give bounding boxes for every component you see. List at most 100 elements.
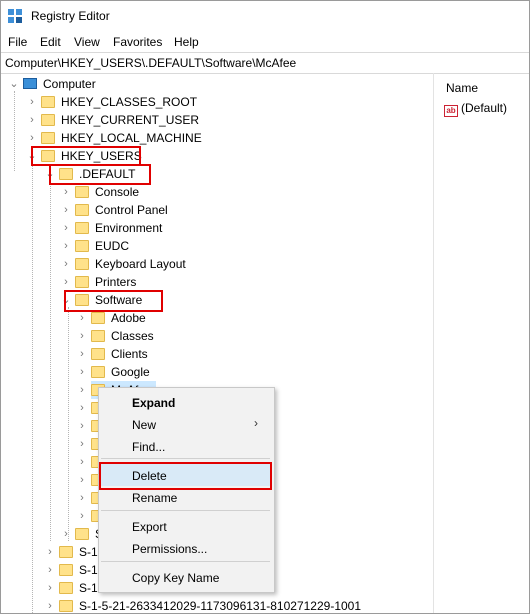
menu-item-copy-key-name[interactable]: Copy Key Name [132,571,219,585]
menu-separator [101,561,270,562]
folder-icon [91,330,105,342]
tree-node-classes[interactable]: › Classes [80,327,154,345]
chevron-right-icon[interactable]: › [59,255,73,273]
chevron-right-icon[interactable]: › [25,129,39,147]
string-value-icon: ab [444,105,458,117]
tree-node-control-panel[interactable]: › Control Panel [64,201,168,219]
menu-item-delete[interactable]: Delete [132,469,167,483]
chevron-down-icon[interactable]: ⌄ [59,291,73,309]
menu-item-expand[interactable]: Expand [132,396,175,410]
folder-icon [75,186,89,198]
menu-help[interactable]: Help [174,35,199,49]
menu-separator [101,510,270,511]
folder-icon [91,348,105,360]
folder-icon [41,96,55,108]
chevron-down-icon[interactable]: ⌄ [7,75,21,93]
chevron-right-icon[interactable]: › [59,525,73,543]
value-row-default[interactable]: ab (Default) [444,101,507,117]
tree-node-sid[interactable]: › S-1- [48,543,102,561]
folder-icon [91,312,105,324]
registry-editor-icon [8,9,22,23]
chevron-right-icon[interactable]: › [59,219,73,237]
folder-icon [75,276,89,288]
tree-node-software[interactable]: ⌄ Software [61,291,142,309]
chevron-right-icon[interactable]: › [43,579,57,597]
chevron-right-icon[interactable]: › [75,363,89,381]
chevron-right-icon[interactable]: › [25,111,39,129]
tree-node-hkey-current-user[interactable]: › HKEY_CURRENT_USER [30,111,199,129]
tree-node-environment[interactable]: › Environment [64,219,162,237]
tree-node-sid-1001[interactable]: › S-1-5-21-2633412029-1173096131-81027122… [48,597,361,613]
tree-connector [14,91,15,171]
folder-icon [41,132,55,144]
folder-icon [75,240,89,252]
tree-node-hkey-local-machine[interactable]: › HKEY_LOCAL_MACHINE [30,129,202,147]
tree-connector [68,307,69,541]
menu-separator [101,458,270,459]
chevron-right-icon[interactable]: › [25,93,39,111]
address-text[interactable]: Computer\HKEY_USERS\.DEFAULT\Software\Mc… [5,56,296,70]
chevron-right-icon[interactable]: › [75,399,89,417]
tree-node-google[interactable]: › Google [80,363,150,381]
tree-node-eudc[interactable]: › EUDC [64,237,129,255]
chevron-right-icon[interactable]: › [75,417,89,435]
menu-item-new[interactable]: New [132,418,156,432]
context-menu: Expand New › Find... Delete Rename Expor… [98,387,275,593]
menu-hover-highlight [101,464,271,486]
tree-connector [32,163,33,613]
folder-icon [75,222,89,234]
chevron-right-icon[interactable]: › [43,543,57,561]
address-bar[interactable]: Computer\HKEY_USERS\.DEFAULT\Software\Mc… [1,52,529,74]
chevron-right-icon[interactable]: › [75,507,89,525]
chevron-right-icon[interactable]: › [75,309,89,327]
menu-item-permissions[interactable]: Permissions... [132,542,207,556]
folder-icon [41,114,55,126]
chevron-right-icon[interactable]: › [59,273,73,291]
tree-connector [50,181,51,541]
menu-bar: File Edit View Favorites Help [1,32,529,52]
values-pane[interactable]: Name ab (Default) [434,73,529,613]
chevron-right-icon[interactable]: › [75,471,89,489]
chevron-right-icon[interactable]: › [75,327,89,345]
chevron-right-icon[interactable]: › [75,381,89,399]
tree-node-default[interactable]: ⌄ .DEFAULT [45,165,135,183]
menu-item-rename[interactable]: Rename [132,491,177,505]
chevron-right-icon[interactable]: › [59,183,73,201]
tree-node-adobe[interactable]: › Adobe [80,309,146,327]
tree-node-printers[interactable]: › Printers [64,273,136,291]
chevron-right-icon[interactable]: › [75,345,89,363]
computer-icon [23,78,37,89]
folder-icon [59,582,73,594]
chevron-right-icon[interactable]: › [59,201,73,219]
title-bar: Registry Editor [1,1,529,31]
registry-editor-window: Registry Editor File Edit View Favorites… [0,0,530,614]
chevron-right-icon[interactable]: › [59,237,73,255]
tree-node-sid[interactable]: › S-1- [48,561,102,579]
tree-node-hkey-classes-root[interactable]: › HKEY_CLASSES_ROOT [30,93,197,111]
menu-favorites[interactable]: Favorites [113,35,162,49]
menu-view[interactable]: View [74,35,100,49]
folder-icon [59,168,73,180]
chevron-down-icon[interactable]: ⌄ [43,165,57,183]
tree-node-sid[interactable]: › S-1- [48,579,102,597]
chevron-down-icon[interactable]: ⌄ [25,147,39,165]
tree-node-clients[interactable]: › Clients [80,345,148,363]
tree-node-hkey-users[interactable]: ⌄ HKEY_USERS [27,147,141,165]
folder-icon [59,564,73,576]
chevron-right-icon[interactable]: › [75,435,89,453]
menu-edit[interactable]: Edit [40,35,61,49]
menu-item-export[interactable]: Export [132,520,167,534]
tree-node-console[interactable]: › Console [64,183,139,201]
tree-node-computer[interactable]: ⌄ Computer [9,75,95,93]
chevron-right-icon[interactable]: › [75,453,89,471]
chevron-right-icon[interactable]: › [75,489,89,507]
chevron-right-icon[interactable]: › [43,561,57,579]
folder-icon [91,366,105,378]
menu-file[interactable]: File [8,35,27,49]
submenu-arrow-icon: › [254,416,258,430]
chevron-right-icon[interactable]: › [43,597,57,613]
folder-icon [59,600,73,612]
column-header-name[interactable]: Name [446,81,478,95]
menu-item-find[interactable]: Find... [132,440,165,454]
tree-node-keyboard-layout[interactable]: › Keyboard Layout [64,255,186,273]
